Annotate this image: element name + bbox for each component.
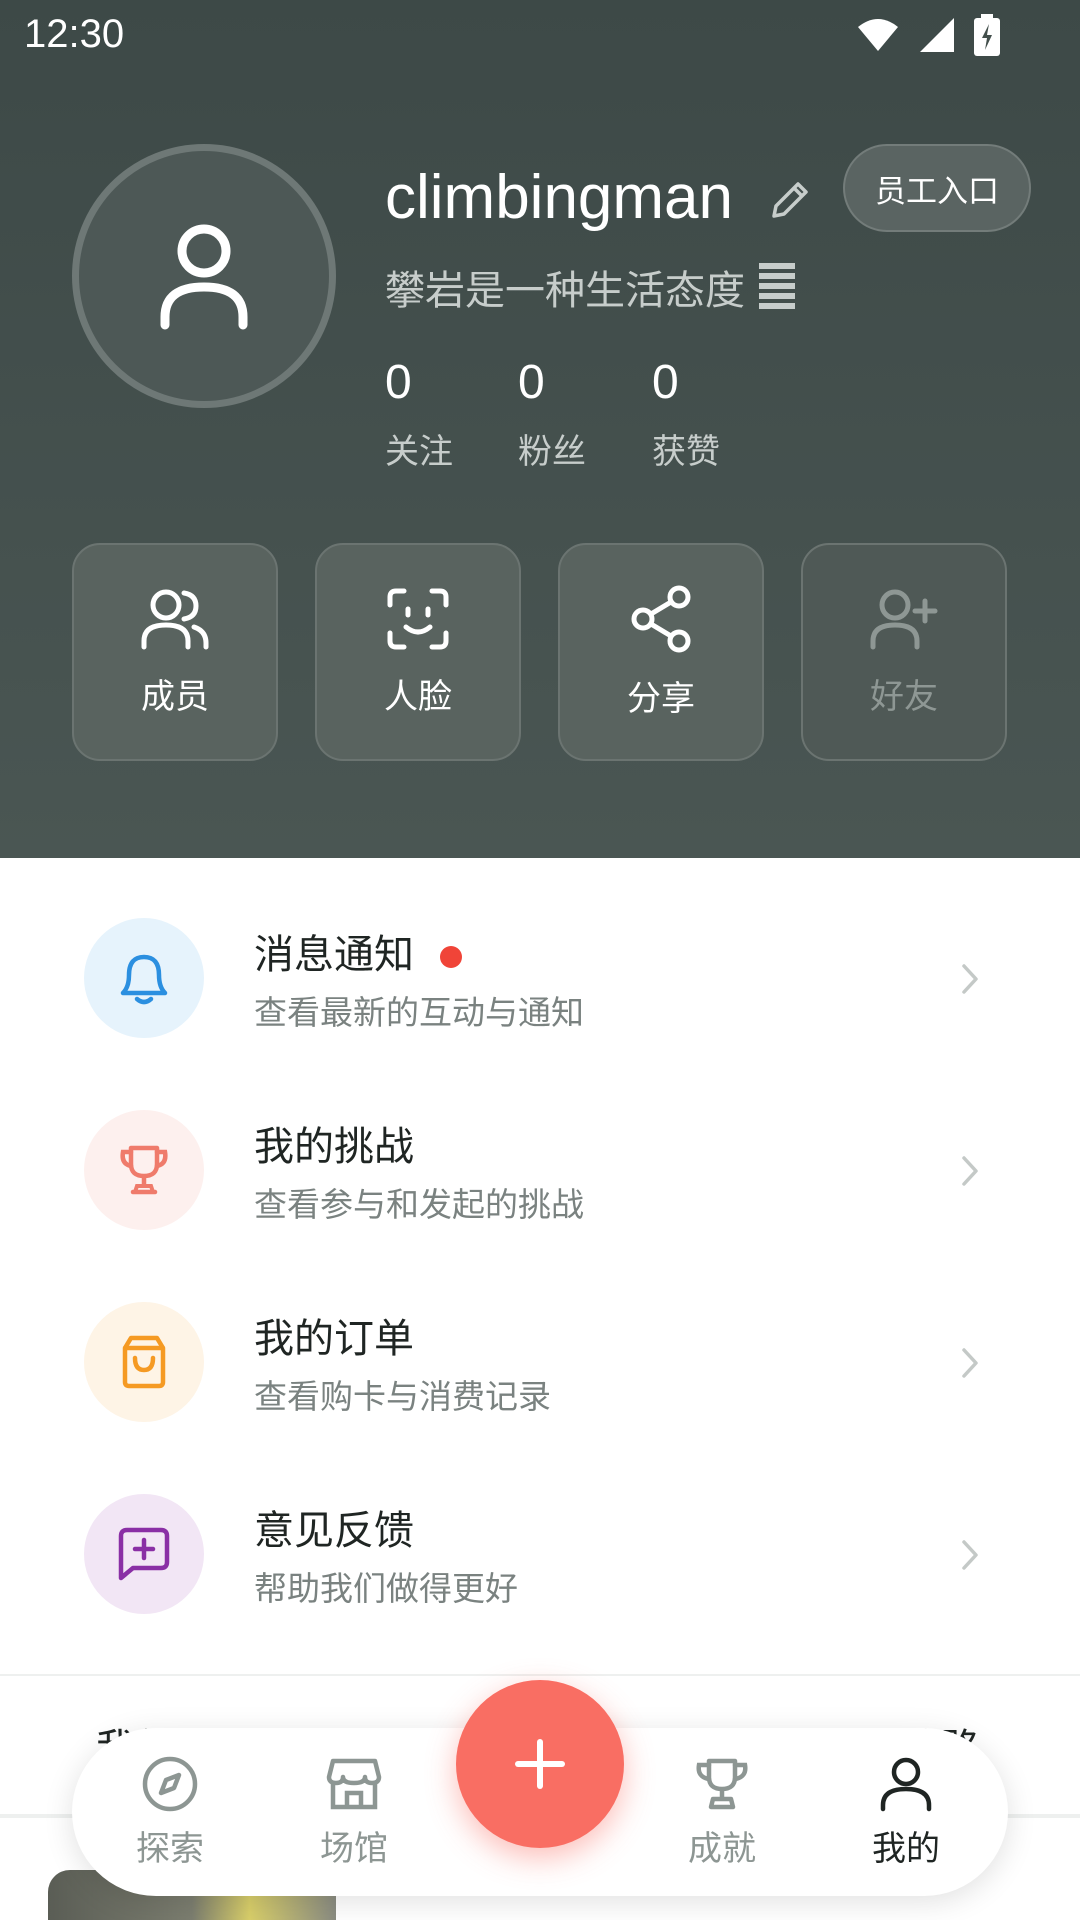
create-fab-button[interactable]: [456, 1680, 624, 1848]
chevron-right-icon: [962, 964, 978, 994]
face-button[interactable]: 人脸: [315, 543, 521, 761]
menu-icon-bg: [84, 918, 204, 1038]
menu-icon-bg: [84, 1302, 204, 1422]
add-friend-button[interactable]: 好友: [801, 543, 1007, 761]
face-scan-icon: [387, 588, 449, 649]
chevron-right-icon: [962, 1540, 978, 1570]
shopping-bag-icon: [122, 1335, 166, 1389]
trophy-icon: [696, 1758, 748, 1809]
stat-label: 获赞: [652, 432, 720, 472]
status-time: 12:30: [24, 12, 125, 56]
menu-subtitle: 帮助我们做得更好: [254, 1569, 518, 1608]
profile-header: 12:30 员工入口 climbingman 攀岩是一种生活态度 0 关注 0 …: [0, 0, 1080, 858]
chevron-right-icon: [962, 1348, 978, 1378]
bio: 攀岩是一种生活态度: [385, 258, 795, 316]
status-bar: 12:30: [0, 0, 1080, 72]
battery-charging-icon: [974, 14, 1000, 56]
feedback-icon: [118, 1527, 170, 1581]
plus-icon: [515, 1739, 565, 1789]
menu-item-challenges[interactable]: 我的挑战 查看参与和发起的挑战: [0, 1050, 1080, 1242]
stat-value: 0: [385, 356, 412, 409]
action-label: 人脸: [384, 676, 452, 717]
bio-text: 攀岩是一种生活态度: [385, 268, 745, 314]
user-icon: [880, 1757, 932, 1811]
menu-title: 我的挑战: [254, 1124, 414, 1170]
stat-label: 粉丝: [518, 432, 586, 472]
menu-title: 意见反馈: [254, 1508, 414, 1554]
share-icon: [631, 585, 691, 652]
stat-value: 0: [652, 356, 679, 409]
chevron-right-icon: [962, 1156, 978, 1186]
pencil-icon[interactable]: [768, 178, 812, 222]
user-icon: [160, 224, 248, 330]
trophy-icon: [120, 1145, 168, 1195]
menu-subtitle: 查看购卡与消费记录: [254, 1377, 551, 1416]
username: climbingman: [385, 163, 734, 232]
menu-icon-bg: [84, 1494, 204, 1614]
menu-title: 消息通知: [254, 922, 462, 980]
menu-subtitle: 查看参与和发起的挑战: [254, 1185, 584, 1224]
section-divider: [0, 1674, 1080, 1676]
action-label: 好友: [870, 676, 938, 717]
stat-following[interactable]: 0 关注: [385, 355, 453, 473]
avatar[interactable]: [72, 144, 336, 408]
stat-followers[interactable]: 0 粉丝: [518, 355, 586, 473]
status-icons: [856, 14, 1000, 56]
wifi-icon: [858, 19, 898, 51]
nav-venues[interactable]: 场馆: [274, 1728, 434, 1896]
members-button[interactable]: 成员: [72, 543, 278, 761]
menu-item-feedback[interactable]: 意见反馈 帮助我们做得更好: [0, 1434, 1080, 1626]
stat-label: 关注: [385, 432, 453, 472]
signal-icon: [920, 18, 954, 52]
menu-item-notifications[interactable]: 消息通知 查看最新的互动与通知: [0, 858, 1080, 1050]
nav-label: 成就: [688, 1828, 756, 1869]
users-icon: [141, 589, 209, 649]
compass-icon: [142, 1756, 198, 1811]
unread-badge: [440, 946, 462, 968]
nav-label: 场馆: [320, 1828, 388, 1869]
share-button[interactable]: 分享: [558, 543, 764, 761]
stat-likes[interactable]: 0 获赞: [652, 355, 720, 473]
staff-entry-button[interactable]: 员工入口: [843, 144, 1031, 232]
nav-label: 我的: [872, 1828, 940, 1869]
menu-title-text: 消息通知: [254, 932, 414, 978]
bell-icon: [120, 954, 168, 1005]
nav-achievements[interactable]: 成就: [642, 1728, 802, 1896]
nav-label: 探索: [136, 1828, 204, 1869]
action-label: 成员: [141, 676, 209, 717]
menu-title: 我的订单: [254, 1316, 414, 1362]
menu-item-orders[interactable]: 我的订单 查看购卡与消费记录: [0, 1242, 1080, 1434]
stat-value: 0: [518, 356, 545, 409]
action-label: 分享: [627, 678, 695, 719]
menu-icon-bg: [84, 1110, 204, 1230]
add-friend-icon: [870, 589, 938, 649]
nav-explore[interactable]: 探索: [90, 1728, 250, 1896]
menu-subtitle: 查看最新的互动与通知: [254, 993, 584, 1032]
qr-code-icon[interactable]: [759, 263, 795, 311]
nav-mine[interactable]: 我的: [826, 1728, 986, 1896]
store-icon: [326, 1758, 382, 1809]
